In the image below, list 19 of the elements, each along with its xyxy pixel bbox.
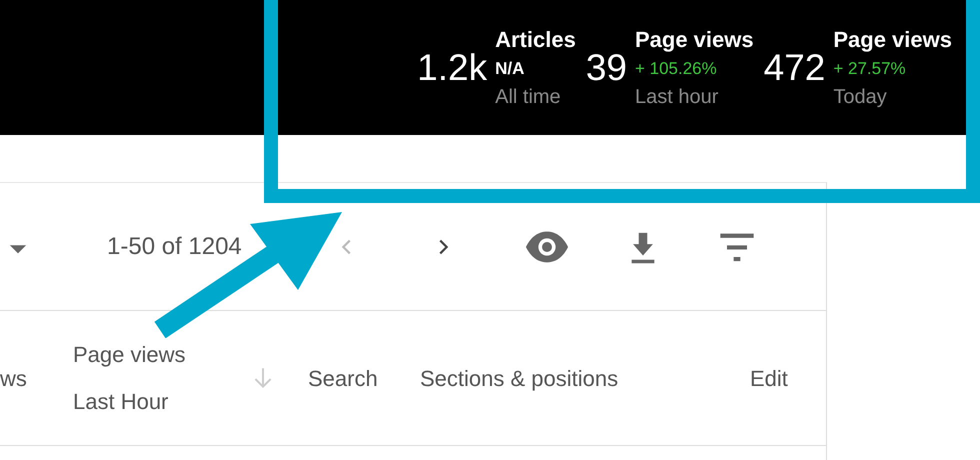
column-header: Edit — [750, 364, 788, 392]
stat-period: Today — [833, 84, 888, 110]
column-header: Last Hour — [73, 388, 168, 416]
stat-value: 39 — [586, 46, 627, 88]
stat-change: + 105.26% — [634, 58, 718, 80]
stat-value: 472 — [764, 46, 826, 88]
stat-change: + 27.57% — [833, 58, 907, 80]
stat-period: Last hour — [634, 84, 720, 110]
column-header: Page views — [73, 341, 186, 369]
stat-period: All time — [495, 84, 562, 110]
stat-label: Articles — [495, 26, 576, 54]
column-header: Sections & positions — [420, 364, 618, 393]
stat-value: 1.2k — [417, 46, 488, 88]
stat-label: Page views — [833, 26, 952, 54]
stat-change: N/A — [495, 58, 526, 80]
column-header: ws — [0, 364, 27, 392]
column-header: Search — [308, 364, 378, 392]
page-range: 1-50 of 1204 — [107, 232, 242, 260]
stat-label: Page views — [634, 26, 754, 54]
